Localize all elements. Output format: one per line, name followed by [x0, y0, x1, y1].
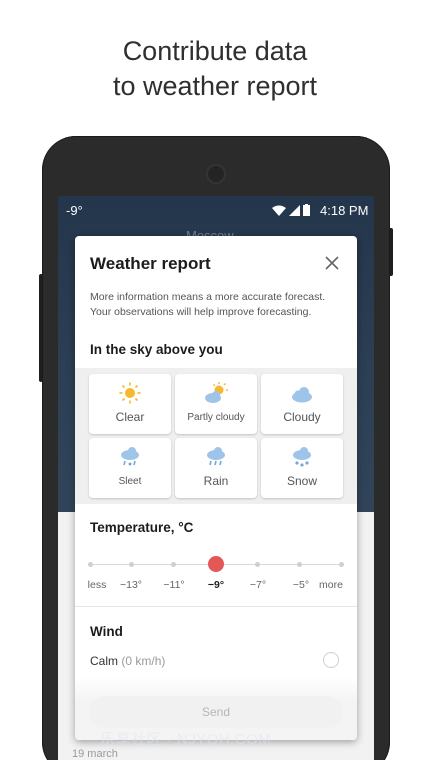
slider-tick[interactable]	[88, 562, 93, 567]
signal-icon	[289, 204, 300, 216]
sleet-icon	[121, 447, 139, 466]
slider-tick[interactable]	[129, 562, 134, 567]
rain-icon	[207, 447, 225, 466]
slider-tick[interactable]	[171, 562, 176, 567]
slider-tick[interactable]	[339, 562, 344, 567]
battery-icon	[303, 204, 310, 216]
sky-option-label: Rain	[203, 474, 229, 488]
weather-report-dialog: Weather report More information means a …	[75, 236, 357, 740]
slider-label-less: less	[87, 579, 107, 591]
sky-option-label: Clear	[115, 410, 145, 424]
close-icon[interactable]	[323, 254, 341, 272]
promo-headline: Contribute data to weather report	[0, 34, 430, 104]
status-icons	[272, 204, 310, 216]
sky-option-label: Snow	[286, 474, 318, 488]
sky-options-panel: Clear Partly cloudy Cloudy Sleet Rain Sn…	[75, 368, 357, 504]
snow-icon	[293, 447, 311, 467]
partly-cloudy-icon	[205, 382, 228, 403]
slider-label: −11°	[163, 579, 185, 591]
headline-line-1: Contribute data	[122, 36, 308, 66]
sky-section-title: In the sky above you	[90, 342, 223, 357]
wifi-icon	[272, 205, 286, 216]
sky-option-snow[interactable]: Snow	[261, 438, 343, 498]
watermark: 乐享社区 · NJYQH.COM	[100, 731, 272, 748]
slider-tick[interactable]	[297, 562, 302, 567]
wind-option-calm[interactable]: Calm (0 km/h)	[90, 654, 165, 668]
cloud-icon	[292, 387, 312, 403]
wind-calm-label: Calm	[90, 654, 119, 668]
section-divider	[75, 606, 357, 607]
sky-option-partly-cloudy[interactable]: Partly cloudy	[175, 374, 257, 434]
slider-label: −7°	[249, 579, 267, 591]
sun-icon	[119, 382, 141, 404]
temperature-section-title: Temperature, °C	[90, 520, 194, 535]
sky-option-sleet[interactable]: Sleet	[89, 438, 171, 498]
sky-option-label: Cloudy	[283, 410, 321, 424]
wind-calm-radio[interactable]	[323, 652, 339, 668]
slider-label-more: more	[319, 579, 343, 591]
status-bar: -9° 4:18 PM	[58, 196, 374, 224]
background-row-date: 19 march	[72, 748, 118, 760]
sky-option-clear[interactable]: Clear	[89, 374, 171, 434]
headline-line-2: to weather report	[112, 71, 318, 101]
send-button[interactable]: Send	[89, 696, 343, 728]
temperature-slider-thumb[interactable]	[208, 556, 224, 572]
status-time: 4:18 PM	[320, 203, 369, 218]
sky-option-rain[interactable]: Rain	[175, 438, 257, 498]
sky-option-label: Partly cloudy	[187, 412, 245, 423]
sky-option-cloudy[interactable]: Cloudy	[261, 374, 343, 434]
phone-camera	[206, 164, 226, 184]
slider-tick[interactable]	[255, 562, 260, 567]
slider-label-selected: −9°	[207, 579, 225, 591]
status-temperature: -9°	[66, 203, 83, 218]
dialog-description: More information means a more accurate f…	[90, 291, 326, 318]
slider-label: −13°	[119, 579, 143, 591]
wind-section-title: Wind	[90, 624, 123, 639]
sky-option-label: Sleet	[118, 476, 142, 487]
dialog-title: Weather report	[90, 254, 211, 273]
slider-label: −5°	[292, 579, 310, 591]
wind-calm-value: (0 km/h)	[121, 654, 166, 668]
